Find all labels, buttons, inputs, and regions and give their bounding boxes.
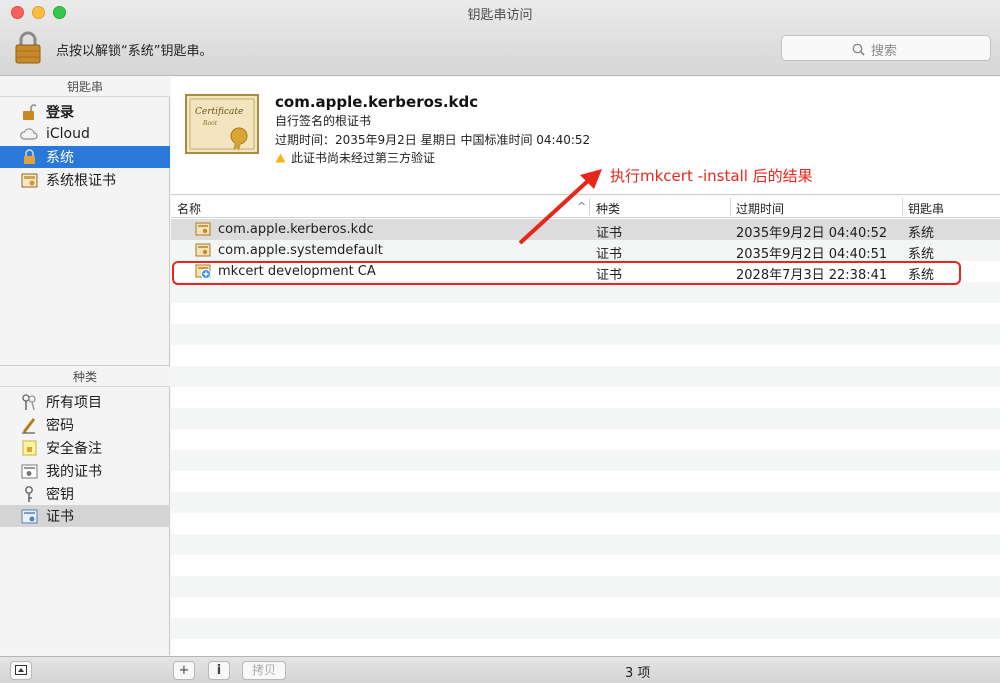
sidebar-item-label: 安全备注	[46, 441, 102, 457]
info-button[interactable]: i	[208, 661, 230, 680]
bottom-bar: + i 拷贝 3 项	[0, 656, 1000, 683]
note-icon	[20, 439, 38, 457]
empty-row	[171, 576, 1000, 597]
row-keychain: 系统	[908, 226, 935, 241]
sidebar-item-system-roots[interactable]: 系统根证书	[0, 169, 170, 191]
row-name: com.apple.systemdefault	[218, 243, 383, 258]
sidebar-item-label: iCloud	[46, 126, 90, 142]
certificate-icon	[195, 243, 211, 257]
sidebar-item-my-certificates[interactable]: 我的证书	[0, 460, 170, 482]
annotation-text: 执行mkcert -install 后的结果	[610, 167, 813, 185]
sidebar: 钥匙串 登录 iCloud 系统 系统根证书 种类 所有项目 密码 安全备注 我…	[0, 77, 170, 655]
row-name: com.apple.kerberos.kdc	[218, 222, 374, 237]
empty-row	[171, 408, 1000, 429]
sidebar-item-label: 我的证书	[46, 464, 102, 480]
toggle-sidebar-button[interactable]	[10, 661, 32, 680]
warning-icon	[275, 153, 286, 162]
unlock-hint: 点按以解锁“系统”钥匙串。	[56, 44, 213, 59]
detail-subtitle: 自行签名的根证书	[275, 114, 372, 128]
sidebar-item-login[interactable]: 登录	[0, 101, 170, 123]
window-title: 钥匙串访问	[467, 8, 533, 23]
title-bar: 钥匙串访问 点按以解锁“系统”钥匙串。 搜索	[0, 0, 1000, 76]
sidebar-item-label: 证书	[46, 509, 74, 525]
empty-row	[171, 534, 1000, 555]
category-header: 种类	[0, 367, 170, 387]
empty-row	[171, 618, 1000, 639]
empty-row	[171, 366, 1000, 387]
column-header-name[interactable]: 名称	[177, 200, 201, 217]
detail-expiration: 过期时间：2035年9月2日 星期日 中国标准时间 04:40:52	[275, 133, 591, 147]
certificate-image-icon: Certificate Root	[185, 94, 259, 154]
empty-row	[171, 324, 1000, 345]
column-separator[interactable]	[730, 198, 731, 216]
empty-row	[171, 282, 1000, 303]
sidebar-toggle-icon	[15, 665, 27, 675]
sidebar-divider[interactable]	[0, 365, 170, 366]
keychains-header: 钥匙串	[0, 77, 170, 97]
annotation-highlight-box	[172, 261, 961, 285]
detail-title: com.apple.kerberos.kdc	[275, 93, 479, 111]
pencil-icon	[20, 416, 38, 434]
certificate-icon	[20, 507, 38, 525]
column-header-expires[interactable]: 过期时间	[736, 200, 784, 217]
annotation-arrow-icon	[518, 169, 602, 245]
column-header-keychain[interactable]: 钥匙串	[908, 200, 944, 217]
sidebar-item-label: 密钥	[46, 487, 74, 503]
empty-row	[171, 450, 1000, 471]
warning-text: 此证书尚未经过第三方验证	[291, 151, 436, 165]
sidebar-item-label: 密码	[46, 418, 74, 434]
lock-icon[interactable]	[14, 30, 42, 64]
item-count: 3 项	[625, 666, 651, 681]
sidebar-item-certificates[interactable]: 证书	[0, 505, 170, 527]
key-icon	[20, 485, 38, 503]
copy-button[interactable]: 拷贝	[242, 661, 286, 680]
cert-image-sub: Root	[202, 120, 218, 127]
sidebar-item-secure-notes[interactable]: 安全备注	[0, 437, 170, 459]
column-separator[interactable]	[902, 198, 903, 216]
keychain-access-window: 钥匙串访问 点按以解锁“系统”钥匙串。 搜索 钥匙串 登录 iCloud 系统 …	[0, 0, 1000, 683]
lock-open-icon	[20, 103, 38, 121]
row-expires: 2035年9月2日 04:40:51	[736, 247, 888, 262]
my-certificate-icon	[20, 462, 38, 480]
certificate-folder-icon	[20, 171, 38, 189]
sidebar-item-label: 系统根证书	[46, 173, 116, 189]
search-placeholder: 搜索	[871, 44, 898, 59]
add-button[interactable]: +	[173, 661, 195, 680]
search-input[interactable]: 搜索	[781, 35, 991, 61]
cloud-icon	[20, 125, 38, 143]
sidebar-item-icloud[interactable]: iCloud	[0, 123, 170, 145]
cert-image-text: Certificate	[195, 107, 243, 117]
sidebar-item-passwords[interactable]: 密码	[0, 414, 170, 436]
detail-warning: 此证书尚未经过第三方验证	[275, 149, 435, 166]
row-expires: 2035年9月2日 04:40:52	[736, 226, 888, 241]
row-keychain: 系统	[908, 247, 935, 262]
empty-row	[171, 492, 1000, 513]
sidebar-item-label: 系统	[46, 150, 74, 166]
sidebar-item-label: 登录	[46, 105, 74, 121]
search-icon	[852, 43, 865, 56]
certificate-icon	[195, 222, 211, 236]
sidebar-item-label: 所有项目	[46, 395, 102, 411]
sidebar-item-system[interactable]: 系统	[0, 146, 170, 168]
sidebar-item-all-items[interactable]: 所有项目	[0, 391, 170, 413]
lock-icon	[20, 148, 38, 166]
keys-icon	[20, 393, 38, 411]
sidebar-item-keys[interactable]: 密钥	[0, 483, 170, 505]
